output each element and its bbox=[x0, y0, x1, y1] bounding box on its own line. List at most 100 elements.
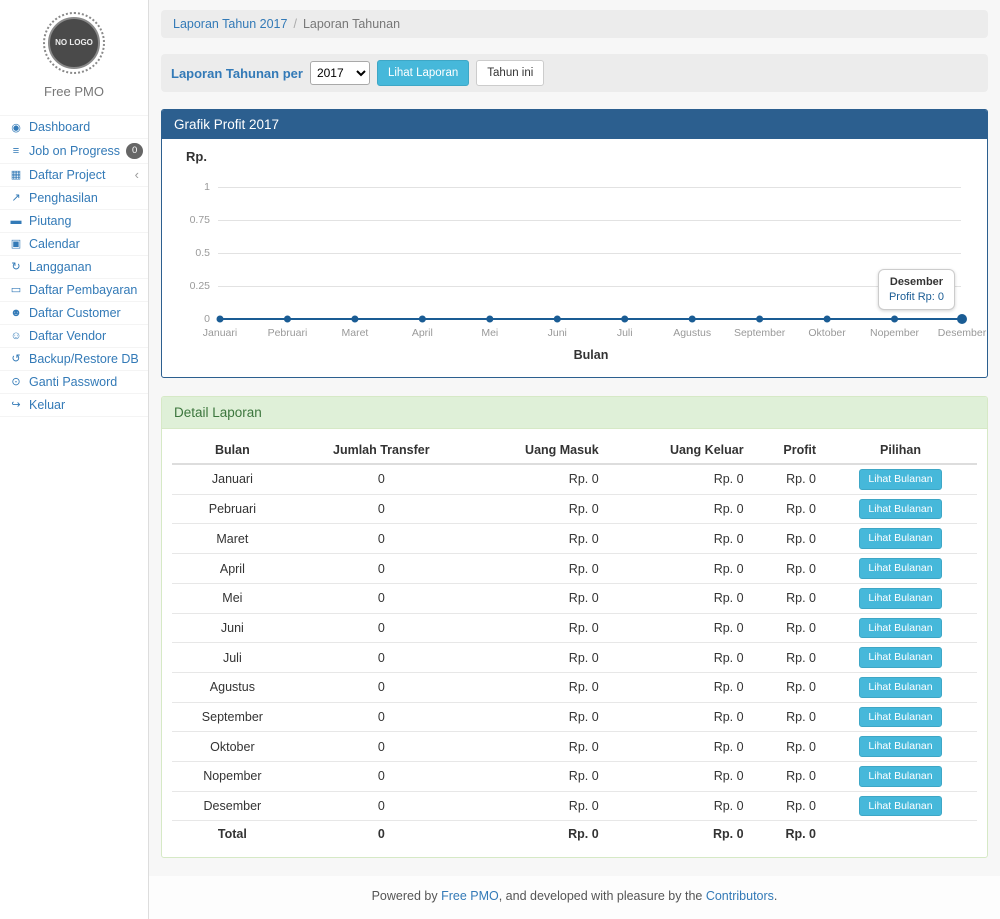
x-tick-label: April bbox=[385, 327, 459, 339]
lihat-bulanan-button[interactable]: Lihat Bulanan bbox=[859, 618, 941, 639]
contributors-link[interactable]: Contributors bbox=[706, 889, 774, 903]
cell: Desember bbox=[172, 791, 293, 821]
lihat-bulanan-button[interactable]: Lihat Bulanan bbox=[859, 469, 941, 490]
breadcrumb-separator: / bbox=[293, 17, 296, 31]
cell: Rp. 0 bbox=[470, 732, 607, 762]
sidebar-item-label: Daftar Vendor bbox=[29, 329, 106, 343]
cell: Lihat Bulanan bbox=[824, 524, 977, 554]
cell: Rp. 0 bbox=[607, 524, 752, 554]
sidebar-item-daftar-project[interactable]: ▦Daftar Project‹ bbox=[0, 163, 148, 186]
table-row: Agustus0Rp. 0Rp. 0Rp. 0Lihat Bulanan bbox=[172, 672, 977, 702]
sidebar-item-backup-restore-db[interactable]: ↺Backup/Restore DB bbox=[0, 347, 148, 370]
lihat-bulanan-button[interactable]: Lihat Bulanan bbox=[859, 766, 941, 787]
total-cell: Rp. 0 bbox=[752, 821, 824, 846]
lihat-bulanan-button[interactable]: Lihat Bulanan bbox=[859, 796, 941, 817]
table-row: Juli0Rp. 0Rp. 0Rp. 0Lihat Bulanan bbox=[172, 643, 977, 673]
lihat-laporan-button[interactable]: Lihat Laporan bbox=[377, 60, 469, 86]
year-select[interactable]: 2017 bbox=[310, 61, 370, 85]
job-count-badge: 0 bbox=[126, 143, 143, 159]
table-row: Maret0Rp. 0Rp. 0Rp. 0Lihat Bulanan bbox=[172, 524, 977, 554]
sidebar-item-job-on-progress[interactable]: ≡Job on Progress0 bbox=[0, 138, 148, 163]
chart-point[interactable] bbox=[689, 316, 696, 323]
lihat-bulanan-button[interactable]: Lihat Bulanan bbox=[859, 528, 941, 549]
sidebar-nav: ◉ Dashboard ≡Job on Progress0▦Daftar Proje… bbox=[0, 115, 148, 417]
cell: 0 bbox=[293, 791, 470, 821]
cell: Rp. 0 bbox=[470, 613, 607, 643]
chart-point[interactable] bbox=[756, 316, 763, 323]
cell: Rp. 0 bbox=[752, 583, 824, 613]
sidebar-item-calendar[interactable]: ▣Calendar bbox=[0, 232, 148, 255]
cell: Agustus bbox=[172, 672, 293, 702]
sidebar-item-ganti-password[interactable]: ⊙Ganti Password bbox=[0, 370, 148, 393]
sidebar-item-label: Piutang bbox=[29, 214, 71, 228]
chart-point[interactable] bbox=[957, 314, 967, 324]
users-icon: ☺ bbox=[9, 330, 23, 342]
cell: Rp. 0 bbox=[470, 761, 607, 791]
tahun-ini-button[interactable]: Tahun ini bbox=[476, 60, 544, 86]
chart-point[interactable] bbox=[554, 316, 561, 323]
chart-point[interactable] bbox=[621, 316, 628, 323]
cell: Rp. 0 bbox=[607, 732, 752, 762]
sidebar-item-label: Langganan bbox=[29, 260, 92, 274]
no-logo-seal: NO LOGO bbox=[48, 17, 100, 69]
sidebar-item-label: Penghasilan bbox=[29, 191, 98, 205]
cell: Lihat Bulanan bbox=[824, 554, 977, 584]
page-footer: Powered by Free PMO, and developed with … bbox=[149, 876, 1000, 919]
cell: Rp. 0 bbox=[470, 464, 607, 494]
sidebar-item-label: Daftar Customer bbox=[29, 306, 121, 320]
table-row: Pebruari0Rp. 0Rp. 0Rp. 0Lihat Bulanan bbox=[172, 494, 977, 524]
lihat-bulanan-button[interactable]: Lihat Bulanan bbox=[859, 647, 941, 668]
lihat-bulanan-button[interactable]: Lihat Bulanan bbox=[859, 499, 941, 520]
cell: Rp. 0 bbox=[752, 643, 824, 673]
cell: Januari bbox=[172, 464, 293, 494]
chart-point[interactable] bbox=[284, 316, 291, 323]
cell: Pebruari bbox=[172, 494, 293, 524]
cell: 0 bbox=[293, 554, 470, 584]
x-tick-label: Desember bbox=[925, 327, 999, 339]
chart-point[interactable] bbox=[419, 316, 426, 323]
chart-point[interactable] bbox=[824, 316, 831, 323]
table-row: Januari0Rp. 0Rp. 0Rp. 0Lihat Bulanan bbox=[172, 464, 977, 494]
sidebar-item-dashboard[interactable]: ◉ Dashboard bbox=[0, 115, 148, 138]
sidebar-item-penghasilan[interactable]: ↗ Penghasilan bbox=[0, 186, 148, 209]
table-total-row: Total0Rp. 0Rp. 0Rp. 0 bbox=[172, 821, 977, 846]
cell: 0 bbox=[293, 464, 470, 494]
chart-point[interactable] bbox=[351, 316, 358, 323]
chart-point[interactable] bbox=[486, 316, 493, 323]
x-tick-label: Juli bbox=[588, 327, 662, 339]
sidebar-item-langganan[interactable]: ↻Langganan bbox=[0, 255, 148, 278]
lihat-bulanan-button[interactable]: Lihat Bulanan bbox=[859, 736, 941, 757]
breadcrumb-link[interactable]: Laporan Tahun 2017 bbox=[173, 17, 287, 31]
free-pmo-link[interactable]: Free PMO bbox=[441, 889, 499, 903]
sidebar-item-piutang[interactable]: ▬Piutang bbox=[0, 209, 148, 232]
column-header-bulan: Bulan bbox=[172, 437, 293, 464]
chart-point[interactable] bbox=[891, 316, 898, 323]
table-row: Mei0Rp. 0Rp. 0Rp. 0Lihat Bulanan bbox=[172, 583, 977, 613]
cell: Rp. 0 bbox=[470, 554, 607, 584]
x-tick-label: Maret bbox=[318, 327, 392, 339]
column-header-pilihan: Pilihan bbox=[824, 437, 977, 464]
sidebar-item-label: Dashboard bbox=[29, 120, 90, 134]
cell: Rp. 0 bbox=[752, 791, 824, 821]
cell: Rp. 0 bbox=[470, 643, 607, 673]
filter-label: Laporan Tahunan per bbox=[171, 66, 303, 81]
sidebar-item-daftar-customer[interactable]: ☻Daftar Customer bbox=[0, 301, 148, 324]
cell: Rp. 0 bbox=[607, 761, 752, 791]
chart-tooltip: DesemberProfit Rp: 0 bbox=[878, 269, 955, 310]
chart-icon: ↗ bbox=[9, 191, 23, 204]
sidebar-item-daftar-pembayaran[interactable]: ▭Daftar Pembayaran bbox=[0, 278, 148, 301]
sidebar-item-keluar[interactable]: ↪Keluar bbox=[0, 393, 148, 417]
total-cell: Rp. 0 bbox=[470, 821, 607, 846]
column-header-uang-keluar: Uang Keluar bbox=[607, 437, 752, 464]
sidebar-item-label: Daftar Pembayaran bbox=[29, 283, 137, 297]
lihat-bulanan-button[interactable]: Lihat Bulanan bbox=[859, 588, 941, 609]
total-cell bbox=[824, 821, 977, 846]
cell: Rp. 0 bbox=[752, 524, 824, 554]
lihat-bulanan-button[interactable]: Lihat Bulanan bbox=[859, 677, 941, 698]
grafik-profit-panel: Grafik Profit 2017 Rp.10.750.50.250Janua… bbox=[161, 109, 988, 378]
lihat-bulanan-button[interactable]: Lihat Bulanan bbox=[859, 707, 941, 728]
chart-point[interactable] bbox=[217, 316, 224, 323]
dashboard-icon: ◉ bbox=[9, 121, 23, 134]
lihat-bulanan-button[interactable]: Lihat Bulanan bbox=[859, 558, 941, 579]
sidebar-item-daftar-vendor[interactable]: ☺ Daftar Vendor bbox=[0, 324, 148, 347]
